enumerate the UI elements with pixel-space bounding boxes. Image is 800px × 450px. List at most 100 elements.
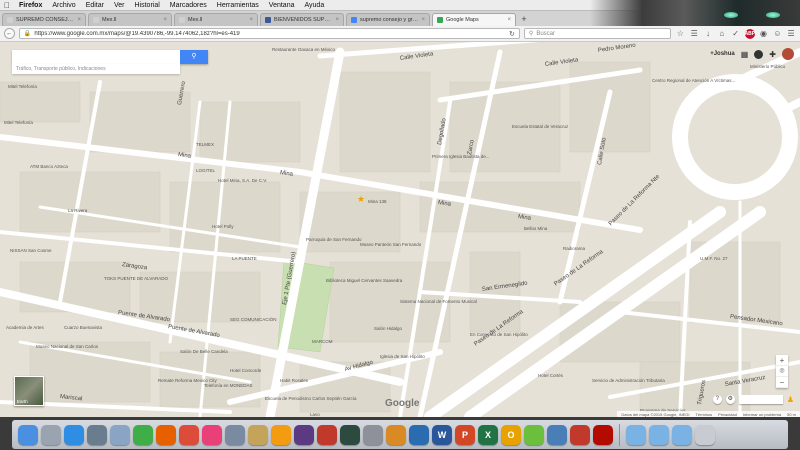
zoom-in-button[interactable]: + [776, 355, 788, 366]
tab-google-maps[interactable]: Google Maps × [432, 13, 516, 26]
downloads-folder-icon[interactable] [626, 424, 646, 445]
place-label[interactable]: MARCOM [312, 339, 333, 344]
place-label[interactable]: U.M.F. No. 27 [700, 256, 728, 261]
close-tab-icon[interactable]: × [77, 17, 81, 23]
place-label[interactable]: SEG COMUNICACIÓN [230, 317, 277, 322]
maps-search-box[interactable]: ⚲ [12, 50, 208, 64]
search-bar[interactable]: ⚲ Buscar [523, 28, 672, 39]
close-tab-icon[interactable]: × [421, 17, 425, 23]
settings-gear-icon[interactable]: ⚙ [725, 395, 735, 404]
notes-icon[interactable] [248, 424, 268, 445]
apple-icon[interactable]:  [0, 1, 14, 10]
adblock-icon[interactable]: ABP [744, 28, 755, 39]
cards-icon[interactable] [225, 424, 245, 445]
timemachine-icon[interactable] [340, 424, 360, 445]
system-prefs-icon[interactable] [363, 424, 383, 445]
close-tab-icon[interactable]: × [335, 17, 339, 23]
user-link[interactable]: +Joshua [710, 51, 735, 57]
tab-5[interactable]: supremo consejo y grandes...× [346, 13, 430, 26]
place-label[interactable]: Ministerio Público [750, 64, 785, 69]
excel-icon[interactable]: X [478, 424, 498, 445]
close-tab-icon[interactable]: × [507, 17, 511, 23]
close-tab-icon[interactable]: × [249, 17, 253, 23]
menu-icon[interactable]: ☰ [786, 29, 796, 38]
star-icon[interactable]: ☆ [675, 29, 685, 38]
tab-2[interactable]: Mex.ll × [88, 13, 172, 26]
documents-folder-icon[interactable] [649, 424, 669, 445]
firefox-icon[interactable] [156, 424, 176, 445]
acrobat-icon[interactable] [593, 424, 613, 445]
place-label[interactable]: En Convento de San Hipólito [470, 332, 528, 337]
menu-herramientas[interactable]: Herramientas [212, 2, 264, 9]
menu-historial[interactable]: Historial [130, 2, 165, 9]
place-label[interactable]: Salón De Belle Candela [180, 349, 228, 354]
tab-4[interactable]: BIENVENIDOS SUPREMO ...× [260, 13, 344, 26]
chrome-icon[interactable] [179, 424, 199, 445]
place-label[interactable]: Escuela de Periodismo Carlos Septién Gar… [265, 396, 357, 401]
applications-folder-icon[interactable] [672, 424, 692, 445]
garageband-icon[interactable] [386, 424, 406, 445]
reader-icon[interactable]: ☰ [689, 29, 699, 38]
tab-3[interactable]: Mex.ll × [174, 13, 258, 26]
url-bar[interactable]: 🔒 https://www.google.com.mx/maps/@19.439… [18, 28, 520, 39]
share-icon[interactable]: ✚ [769, 50, 776, 59]
place-label[interactable]: NISSAN San Cosme [10, 248, 52, 253]
place-label[interactable]: Hotel Concorde [230, 368, 261, 373]
location-star-icon[interactable]: ★ [357, 194, 365, 205]
my-location-icon[interactable]: ◎ [776, 366, 788, 377]
download-icon[interactable]: ↓ [703, 29, 713, 38]
place-label[interactable]: Biblioteca Miguel Cervantes Saavedra [326, 278, 402, 283]
menu-ayuda[interactable]: Ayuda [299, 2, 329, 9]
place-label[interactable]: Hotel Mina, S.A. De C.V. [218, 178, 267, 183]
pegman-icon[interactable]: ♟ [787, 395, 794, 404]
close-tab-icon[interactable]: × [163, 17, 167, 23]
map-svg[interactable] [0, 42, 800, 417]
home-icon[interactable]: ⌂ [717, 29, 727, 38]
back-button[interactable]: ← [4, 28, 15, 39]
place-label[interactable]: Mitel Telefonía [4, 120, 33, 125]
outlook-icon[interactable]: O [501, 424, 521, 445]
report-problem-link[interactable]: Informar un problema [743, 412, 781, 417]
tab-1[interactable]: SUPREMO CONSEJO NACION...× [2, 13, 86, 26]
place-label[interactable]: Mina 138 [368, 199, 387, 204]
imagery-thumbnails[interactable] [738, 395, 783, 404]
apps-grid-icon[interactable]: ▦ [741, 50, 749, 59]
word-icon[interactable]: W [432, 424, 452, 445]
new-tab-button[interactable]: + [518, 14, 530, 26]
volume-icon[interactable]: ♬ [696, 2, 703, 9]
place-label[interactable]: Restaurante Oaxaca en México [272, 47, 335, 52]
url-text[interactable]: https://www.google.com.mx/maps/@19.43907… [34, 31, 506, 37]
place-label[interactable]: ATM Banco Azteca [30, 164, 68, 169]
photobooth-icon[interactable] [317, 424, 337, 445]
place-label[interactable]: Sistema Nacional de Fomento Musical [400, 299, 477, 304]
wifi-icon[interactable]: ≈ [686, 2, 690, 9]
place-label[interactable]: LOGITEL [196, 168, 215, 173]
appstore-icon[interactable] [64, 424, 84, 445]
notifications-icon[interactable] [754, 49, 764, 59]
wunderlist-icon[interactable] [409, 424, 429, 445]
place-label[interactable]: Escuela Estatal de Veracruz [512, 124, 568, 129]
beachball-icon[interactable] [524, 424, 544, 445]
place-label[interactable]: Bellos Mina [524, 226, 547, 231]
place-label[interactable]: LA PUENTE [232, 256, 257, 261]
place-label[interactable]: Primera Iglesia Bautista de... [432, 154, 490, 159]
menu-ventana[interactable]: Ventana [264, 2, 300, 9]
pocket-icon[interactable]: ✓ [731, 29, 741, 38]
traffic-transit-directions-link[interactable]: Tráfico, Transporte público, Indicacione… [12, 64, 180, 74]
clock-text[interactable]: Lun 4 de may 16:47 [709, 2, 771, 9]
hello-icon[interactable]: ☺ [772, 29, 782, 38]
ghostery-icon[interactable]: ◉ [759, 29, 769, 38]
place-label[interactable]: Hotel Cortés [538, 373, 563, 378]
terms-link[interactable]: Términos [695, 412, 712, 417]
unknown-app-icon[interactable] [570, 424, 590, 445]
place-label[interactable]: Radiorama [563, 246, 585, 251]
zoom-out-button[interactable]: − [776, 377, 788, 388]
menu-firefox[interactable]: Firefox [14, 2, 47, 9]
place-label[interactable]: Habit Rosales [280, 378, 308, 383]
place-label[interactable]: Parroquia de San Fernando [306, 237, 362, 242]
imovie-icon[interactable] [294, 424, 314, 445]
place-label[interactable]: Salón Hidalgo [374, 326, 402, 331]
help-icon[interactable]: ? [712, 395, 722, 404]
place-label[interactable]: Museo Nacional de San Carlos [36, 344, 98, 349]
earth-view-toggle[interactable]: Earth [14, 376, 44, 406]
